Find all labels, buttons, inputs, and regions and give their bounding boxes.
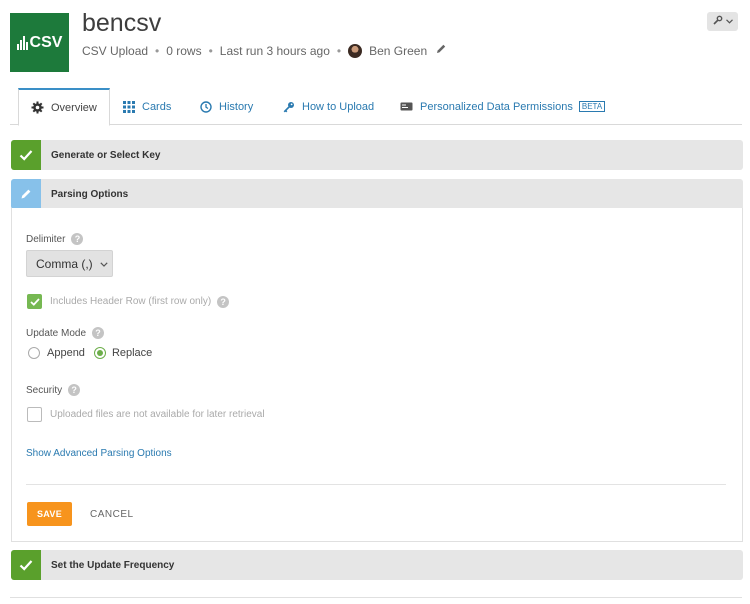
tab-personalized-data-permissions[interactable]: Personalized Data Permissions BETA	[400, 88, 606, 125]
cancel-button[interactable]: CANCEL	[90, 502, 134, 526]
update-mode-label: Update Mode ?	[26, 327, 105, 339]
edit-pencil-icon[interactable]	[435, 43, 447, 58]
step-parsing-options[interactable]: Parsing Options	[11, 179, 743, 209]
clock-icon	[200, 100, 212, 113]
security-option-label: Uploaded files are not available for lat…	[50, 409, 265, 420]
tab-bar: Overview Cards History How to Upload Per…	[10, 88, 742, 126]
replace-radio[interactable]	[93, 347, 106, 359]
checkmark-icon	[11, 140, 41, 170]
delimiter-value: Comma (,)	[36, 256, 93, 271]
last-run: Last run 3 hours ago	[219, 43, 330, 58]
chevron-down-icon	[725, 16, 733, 27]
tab-cards-label: Cards	[142, 100, 172, 113]
save-button[interactable]: SAVE	[27, 502, 72, 526]
security-option: Uploaded files are not available for lat…	[27, 407, 265, 422]
tab-how-to-upload[interactable]: How to Upload	[283, 88, 374, 125]
help-icon[interactable]: ?	[68, 384, 81, 396]
chevron-down-icon	[100, 259, 108, 269]
logo-text: CSV	[29, 33, 63, 51]
grid-icon	[123, 100, 135, 113]
tab-history[interactable]: History	[200, 88, 253, 125]
tab-how-to-upload-label: How to Upload	[302, 100, 375, 113]
tools-menu-button[interactable]	[707, 12, 738, 31]
replace-label[interactable]: Replace	[112, 347, 152, 359]
security-label: Security ?	[26, 384, 81, 396]
source-type: CSV Upload	[82, 43, 149, 58]
tab-cards[interactable]: Cards	[123, 88, 171, 125]
bars-icon	[16, 35, 28, 50]
help-icon[interactable]: ?	[71, 233, 84, 245]
header-row-checkbox[interactable]	[27, 294, 42, 309]
tab-history-label: History	[219, 100, 254, 113]
tab-pdp-label: Personalized Data Permissions	[420, 100, 573, 113]
divider	[10, 597, 742, 598]
key-icon	[283, 101, 295, 113]
parsing-options-panel	[11, 208, 743, 542]
divider	[26, 484, 726, 485]
beta-badge: BETA	[578, 101, 606, 112]
owner-avatar[interactable]	[348, 43, 363, 58]
dataset-meta: CSV Upload • 0 rows • Last run 3 hours a…	[82, 43, 447, 58]
header-row-option: Includes Header Row (first row only) ?	[27, 294, 230, 309]
update-mode-options: Append Replace	[28, 347, 152, 359]
pencil-icon	[11, 179, 41, 209]
help-icon[interactable]: ?	[217, 295, 230, 308]
step-update-frequency[interactable]: Set the Update Frequency	[11, 550, 743, 580]
step-generate-key-title: Generate or Select Key	[51, 149, 161, 161]
tab-overview[interactable]: Overview	[18, 88, 110, 126]
owner-name[interactable]: Ben Green	[369, 44, 427, 58]
id-card-icon	[400, 102, 413, 111]
show-advanced-parsing-link[interactable]: Show Advanced Parsing Options	[26, 448, 172, 459]
append-label[interactable]: Append	[47, 347, 85, 359]
header-row-label: Includes Header Row (first row only)	[50, 296, 212, 307]
step-generate-key[interactable]: Generate or Select Key	[11, 140, 743, 170]
dataset-logo: CSV	[10, 13, 69, 72]
help-icon[interactable]: ?	[92, 327, 105, 339]
step-update-frequency-title: Set the Update Frequency	[51, 559, 175, 571]
delimiter-label: Delimiter ?	[26, 233, 84, 245]
append-radio[interactable]	[28, 347, 40, 359]
tab-overview-label: Overview	[51, 101, 97, 114]
security-checkbox[interactable]	[27, 407, 42, 422]
step-parsing-options-title: Parsing Options	[51, 188, 129, 200]
checkmark-icon	[11, 550, 41, 580]
wrench-icon	[712, 15, 723, 28]
delimiter-select[interactable]: Comma (,)	[26, 250, 113, 277]
dataset-title: bencsv	[82, 9, 162, 37]
row-count: 0 rows	[166, 43, 202, 58]
gear-icon	[31, 101, 44, 114]
